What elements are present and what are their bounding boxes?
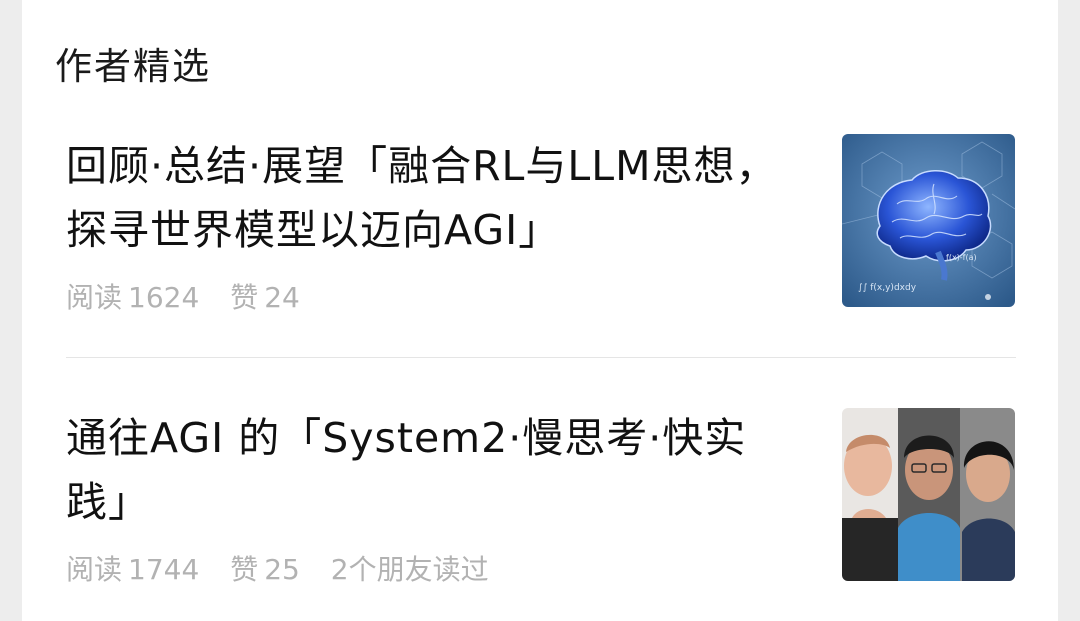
like-label: 赞 bbox=[230, 281, 259, 314]
featured-articles-card: 作者精选 回顾·总结·展望「融合RL与LLM思想，探寻世界模型以迈向AGI」 阅… bbox=[22, 0, 1058, 621]
svg-text:f(x)-f(a): f(x)-f(a) bbox=[946, 253, 977, 262]
friends-read: 2个朋友读过 bbox=[330, 553, 489, 586]
like-label: 赞 bbox=[230, 553, 259, 586]
article-title[interactable]: 回顾·总结·展望「融合RL与LLM思想，探寻世界模型以迈向AGI」 bbox=[66, 134, 806, 262]
like-count: 25 bbox=[264, 553, 300, 586]
brain-thumbnail-icon[interactable]: ∫∫ f(x,y)dxdy f(x)-f(a) bbox=[842, 134, 1015, 307]
section-title: 作者精选 bbox=[55, 45, 211, 88]
article-meta: 阅读 1624 赞 24 bbox=[66, 276, 322, 316]
article-item[interactable]: 回顾·总结·展望「融合RL与LLM思想，探寻世界模型以迈向AGI」 阅读 1624… bbox=[66, 134, 1016, 334]
read-count: 1624 bbox=[128, 281, 200, 314]
article-title[interactable]: 通往AGI 的「System2·慢思考·快实践」 bbox=[66, 406, 806, 534]
read-count: 1744 bbox=[128, 553, 200, 586]
portraits-thumbnail-icon[interactable] bbox=[842, 408, 1015, 581]
article-item[interactable]: 通往AGI 的「System2·慢思考·快实践」 阅读 1744 赞 25 2个朋友… bbox=[66, 406, 1016, 606]
divider bbox=[66, 357, 1016, 358]
read-label: 阅读 bbox=[66, 553, 123, 586]
svg-text:∫∫ f(x,y)dxdy: ∫∫ f(x,y)dxdy bbox=[858, 283, 917, 293]
read-label: 阅读 bbox=[66, 281, 123, 314]
like-count: 24 bbox=[264, 281, 300, 314]
article-meta: 阅读 1744 赞 25 2个朋友读过 bbox=[66, 548, 511, 588]
